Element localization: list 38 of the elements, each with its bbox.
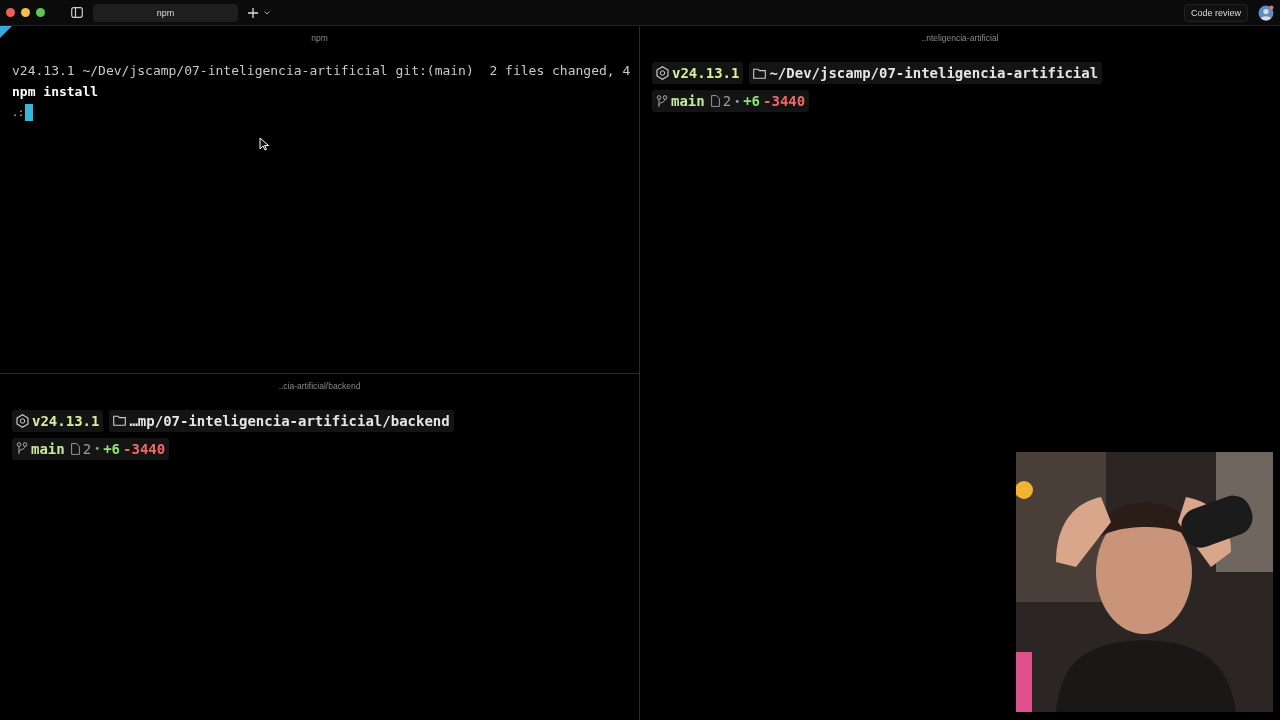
- node-version: v24.13.1: [672, 65, 740, 81]
- spinner-text: .:: [12, 106, 25, 120]
- folder-icon: [113, 415, 127, 426]
- zoom-button[interactable]: [36, 8, 45, 17]
- directory-path: ~/Dev/jscamp/07-inteligencia-artificial: [769, 65, 1099, 81]
- command-text: npm install: [12, 83, 100, 101]
- close-button[interactable]: [6, 8, 15, 17]
- separator-dot: •: [734, 95, 741, 107]
- separator-dot: •: [94, 443, 101, 454]
- minimize-button[interactable]: [21, 8, 30, 17]
- nodejs-icon: [16, 413, 29, 428]
- git-branch-icon: [656, 94, 668, 108]
- lines-added: +6: [743, 93, 761, 109]
- pane-title: ..nteligencia-artificial: [921, 32, 999, 45]
- directory-path: …mp/07-inteligencia-artificial/backend: [129, 412, 450, 429]
- lines-removed: -3440: [763, 93, 806, 109]
- file-icon: [710, 95, 720, 107]
- pane-title: ..cia-artificial/backend: [278, 379, 361, 393]
- file-icon: [70, 442, 80, 455]
- add-tab-icon[interactable]: [248, 7, 258, 18]
- pane-title: npm: [311, 32, 328, 45]
- code-review-button[interactable]: Code review: [1183, 3, 1248, 22]
- changed-files-count: 2: [82, 440, 92, 457]
- mouse-pointer-icon: [259, 137, 269, 151]
- chevron-down-icon[interactable]: [264, 10, 270, 15]
- avatar-icon[interactable]: [1258, 4, 1274, 21]
- git-branch-icon: [16, 442, 28, 455]
- tab[interactable]: npm: [93, 3, 238, 22]
- branch-name: main: [31, 440, 65, 457]
- folder-icon: [753, 67, 767, 79]
- branch-name: main: [671, 93, 705, 109]
- lines-removed: -3440: [123, 440, 166, 457]
- node-version: v24.13.1: [32, 412, 100, 429]
- changed-files-count: 2: [722, 93, 732, 109]
- nodejs-icon: [656, 66, 669, 80]
- sidebar-toggle-icon[interactable]: [71, 7, 83, 18]
- corner-marker-icon: [0, 26, 12, 38]
- lines-added: +6: [103, 440, 121, 457]
